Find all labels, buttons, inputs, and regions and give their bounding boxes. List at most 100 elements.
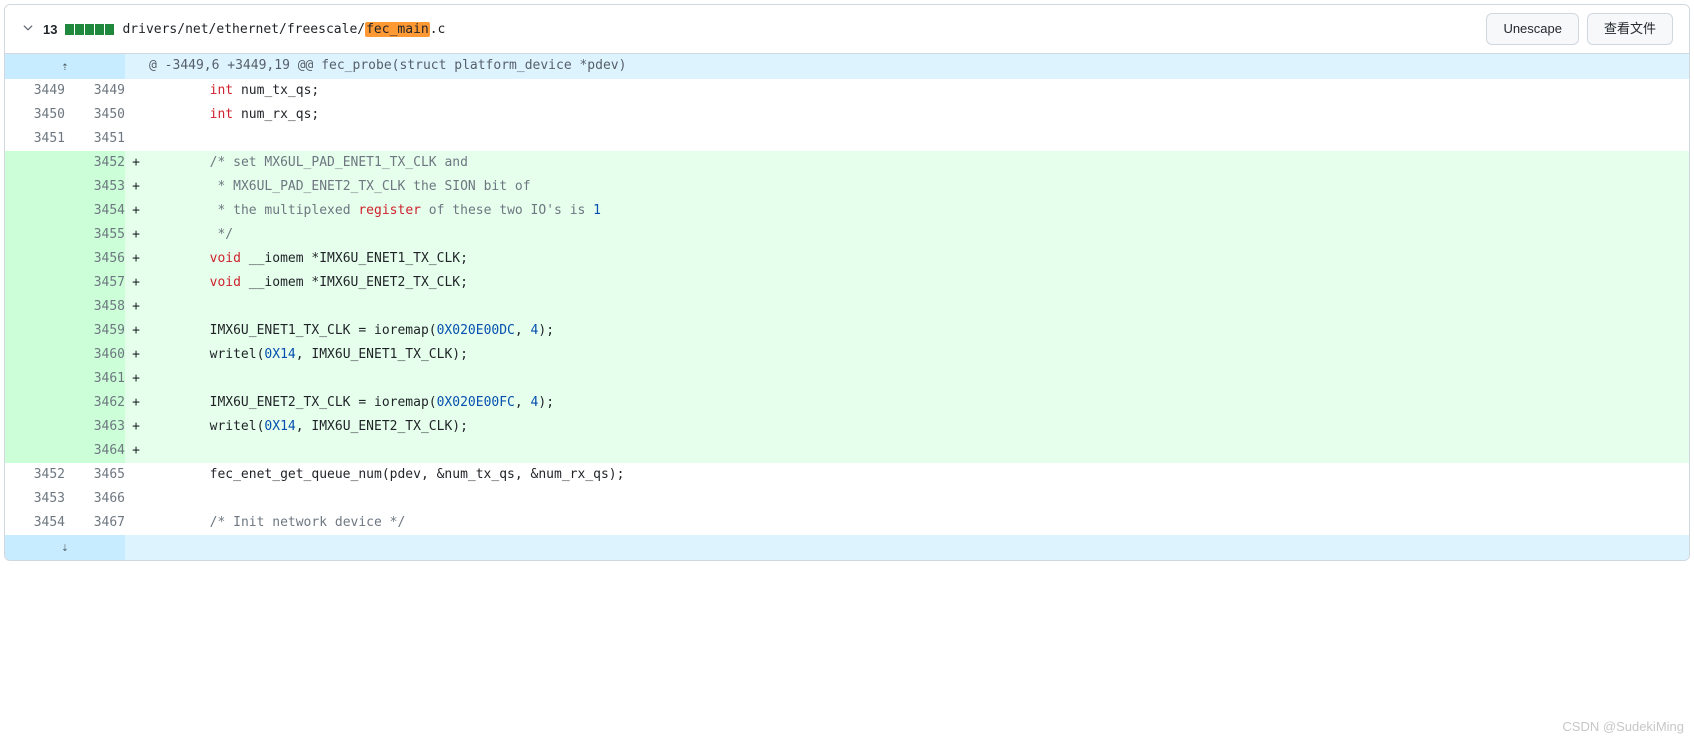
- new-line-number[interactable]: 3451: [65, 127, 125, 151]
- stat-block-add: [65, 24, 74, 35]
- old-line-number[interactable]: [5, 199, 65, 223]
- new-line-number[interactable]: 3466: [65, 487, 125, 511]
- new-line-number[interactable]: 3465: [65, 463, 125, 487]
- old-line-number[interactable]: [5, 151, 65, 175]
- diff-line: 3452+ /* set MX6UL_PAD_ENET1_TX_CLK and: [5, 151, 1689, 175]
- file-header: 13 drivers/net/ethernet/freescale/fec_ma…: [5, 5, 1689, 54]
- new-line-number[interactable]: 3457: [65, 271, 125, 295]
- expand-up-icon: ⇡: [5, 54, 125, 78]
- new-line-number[interactable]: 3464: [65, 439, 125, 463]
- code-cell: writel(0X14, IMX6U_ENET2_TX_CLK);: [147, 415, 1689, 439]
- new-line-number[interactable]: 3458: [65, 295, 125, 319]
- old-line-number[interactable]: [5, 271, 65, 295]
- new-line-number[interactable]: 3467: [65, 511, 125, 535]
- diff-marker: [125, 511, 147, 535]
- new-line-number[interactable]: 3452: [65, 151, 125, 175]
- old-line-number[interactable]: [5, 247, 65, 271]
- file-path[interactable]: drivers/net/ethernet/freescale/fec_main.…: [122, 22, 445, 37]
- diff-line: 3464+: [5, 439, 1689, 463]
- new-line-number[interactable]: 3455: [65, 223, 125, 247]
- diff-line: 34523465 fec_enet_get_queue_num(pdev, &n…: [5, 463, 1689, 487]
- code-cell: fec_enet_get_queue_num(pdev, &num_tx_qs,…: [147, 463, 1689, 487]
- expand-down-cell[interactable]: ⇣: [5, 535, 125, 560]
- old-line-number[interactable]: [5, 343, 65, 367]
- new-line-number[interactable]: 3456: [65, 247, 125, 271]
- diff-line: 34513451: [5, 127, 1689, 151]
- diff-line: 3454+ * the multiplexed register of thes…: [5, 199, 1689, 223]
- diff-marker: +: [125, 271, 147, 295]
- code-cell: */: [147, 223, 1689, 247]
- old-line-number[interactable]: [5, 295, 65, 319]
- diff-line: 34493449 int num_tx_qs;: [5, 79, 1689, 103]
- stat-block-add: [95, 24, 104, 35]
- diff-line: 3462+ IMX6U_ENET2_TX_CLK = ioremap(0X020…: [5, 391, 1689, 415]
- code-cell: void __iomem *IMX6U_ENET2_TX_CLK;: [147, 271, 1689, 295]
- diff-marker: [125, 103, 147, 127]
- code-cell: int num_rx_qs;: [147, 103, 1689, 127]
- stat-block-add: [105, 24, 114, 35]
- old-line-number[interactable]: [5, 367, 65, 391]
- diff-marker: +: [125, 367, 147, 391]
- old-line-number[interactable]: 3449: [5, 79, 65, 103]
- diff-line: 3459+ IMX6U_ENET1_TX_CLK = ioremap(0X020…: [5, 319, 1689, 343]
- diff-line: 34503450 int num_rx_qs;: [5, 103, 1689, 127]
- code-cell: IMX6U_ENET2_TX_CLK = ioremap(0X020E00FC,…: [147, 391, 1689, 415]
- new-line-number[interactable]: 3460: [65, 343, 125, 367]
- file-path-suffix: .c: [430, 22, 446, 37]
- hunk-text: @ -3449,6 +3449,19 @@ fec_probe(struct p…: [147, 54, 1689, 79]
- old-line-number[interactable]: 3451: [5, 127, 65, 151]
- diff-marker: +: [125, 199, 147, 223]
- new-line-number[interactable]: 3450: [65, 103, 125, 127]
- old-line-number[interactable]: 3453: [5, 487, 65, 511]
- old-line-number[interactable]: [5, 175, 65, 199]
- old-line-number[interactable]: [5, 319, 65, 343]
- view-file-button[interactable]: 查看文件: [1587, 13, 1673, 45]
- code-cell: IMX6U_ENET1_TX_CLK = ioremap(0X020E00DC,…: [147, 319, 1689, 343]
- diff-marker: +: [125, 247, 147, 271]
- code-cell: [147, 127, 1689, 151]
- new-line-number[interactable]: 3459: [65, 319, 125, 343]
- code-cell: /* set MX6UL_PAD_ENET1_TX_CLK and: [147, 151, 1689, 175]
- new-line-number[interactable]: 3462: [65, 391, 125, 415]
- new-line-number[interactable]: 3463: [65, 415, 125, 439]
- new-line-number[interactable]: 3461: [65, 367, 125, 391]
- diff-marker: [125, 463, 147, 487]
- new-line-number[interactable]: 3454: [65, 199, 125, 223]
- old-line-number[interactable]: 3454: [5, 511, 65, 535]
- collapse-chevron-icon[interactable]: [21, 21, 35, 38]
- diff-line: 3456+ void __iomem *IMX6U_ENET1_TX_CLK;: [5, 247, 1689, 271]
- new-line-number[interactable]: 3449: [65, 79, 125, 103]
- diff-marker: [125, 79, 147, 103]
- code-cell: [147, 439, 1689, 463]
- old-line-number[interactable]: [5, 439, 65, 463]
- stat-block-add: [85, 24, 94, 35]
- code-cell: [147, 367, 1689, 391]
- hunk-marker: [125, 54, 147, 79]
- code-cell: [147, 487, 1689, 511]
- unescape-button[interactable]: Unescape: [1486, 13, 1579, 45]
- diff-file-container: 13 drivers/net/ethernet/freescale/fec_ma…: [4, 4, 1690, 561]
- diff-marker: +: [125, 319, 147, 343]
- old-line-number[interactable]: 3452: [5, 463, 65, 487]
- new-line-number[interactable]: 3453: [65, 175, 125, 199]
- diff-marker: [125, 487, 147, 511]
- old-line-number[interactable]: [5, 391, 65, 415]
- diff-stat-bar: [65, 24, 114, 35]
- diff-marker: +: [125, 391, 147, 415]
- diff-marker: +: [125, 415, 147, 439]
- code-cell: writel(0X14, IMX6U_ENET1_TX_CLK);: [147, 343, 1689, 367]
- file-header-left: 13 drivers/net/ethernet/freescale/fec_ma…: [21, 21, 445, 38]
- old-line-number[interactable]: [5, 223, 65, 247]
- file-header-right: Unescape 查看文件: [1486, 13, 1673, 45]
- code-cell: int num_tx_qs;: [147, 79, 1689, 103]
- old-line-number[interactable]: 3450: [5, 103, 65, 127]
- diff-line: 3457+ void __iomem *IMX6U_ENET2_TX_CLK;: [5, 271, 1689, 295]
- expand-up-cell[interactable]: ⇡: [5, 54, 125, 79]
- diff-line: 3460+ writel(0X14, IMX6U_ENET1_TX_CLK);: [5, 343, 1689, 367]
- expand-down-code: [147, 535, 1689, 560]
- old-line-number[interactable]: [5, 415, 65, 439]
- code-cell: [147, 295, 1689, 319]
- code-cell: void __iomem *IMX6U_ENET1_TX_CLK;: [147, 247, 1689, 271]
- diff-marker: +: [125, 295, 147, 319]
- diff-line: 3463+ writel(0X14, IMX6U_ENET2_TX_CLK);: [5, 415, 1689, 439]
